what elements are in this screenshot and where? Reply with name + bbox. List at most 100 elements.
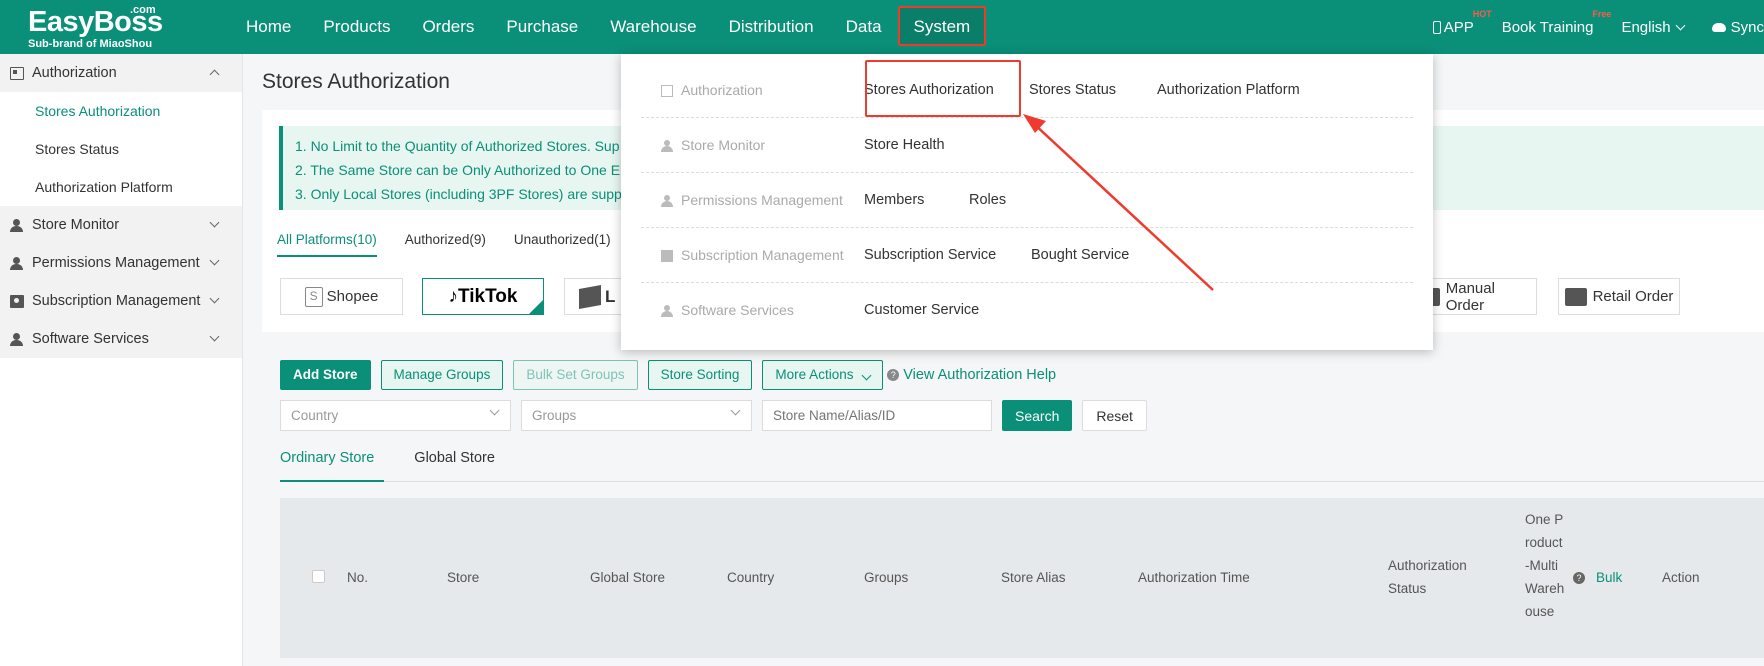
col-store-alias: Store Alias (1001, 570, 1066, 585)
manage-groups-button[interactable]: Manage Groups (380, 360, 504, 390)
platform-manual-label: Manual Order (1445, 279, 1495, 314)
col-no: No. (347, 570, 369, 585)
platform-lazada[interactable]: L (564, 278, 624, 315)
store-search-input[interactable] (762, 400, 992, 431)
sidebar-group-store-monitor[interactable]: Store Monitor (0, 206, 242, 244)
platform-manual-order[interactable]: Manual Order (1420, 278, 1537, 315)
dropdown-category: Permissions Management (661, 173, 843, 228)
nav-distribution[interactable]: Distribution (713, 0, 830, 54)
chevron-down-icon (489, 405, 500, 416)
platform-retail-order[interactable]: Retail Order (1558, 278, 1680, 315)
tab-all-platforms[interactable]: All Platforms(10) (277, 232, 377, 257)
chevron-down-icon (1675, 20, 1686, 30)
platform-tabs: All Platforms(10) Authorized(9) Unauthor… (277, 232, 639, 257)
tiktok-note-icon: ♪ (448, 285, 459, 307)
dropdown-link-stores-status[interactable]: Stores Status (1029, 63, 1116, 118)
subscription-icon (661, 249, 673, 262)
nav-system[interactable]: System (897, 0, 987, 54)
tab-ordinary-store[interactable]: Ordinary Store (280, 450, 385, 482)
platform-tiktok-label: TikTok (458, 285, 518, 307)
help-icon: ? (887, 369, 900, 381)
store-sorting-button[interactable]: Store Sorting (647, 360, 753, 390)
country-select[interactable]: Country (280, 400, 511, 431)
dropdown-link-members[interactable]: Members (864, 173, 924, 228)
platform-tiktok[interactable]: ♪ TikTok (422, 278, 544, 315)
table-header: No. Store Global Store Country Groups St… (280, 498, 1764, 658)
sync-label: Sync (1730, 18, 1764, 36)
person-icon (661, 304, 673, 317)
logo[interactable]: EasyBoss .com Sub-brand of MiaoShou (22, 4, 172, 52)
select-all-checkbox[interactable] (312, 570, 325, 583)
dropdown-row-software-services: Software Services Customer Service (641, 283, 1413, 338)
more-actions-button[interactable]: More Actions (762, 360, 884, 390)
person-icon (661, 194, 673, 207)
dropdown-link-bought-service[interactable]: Bought Service (1031, 228, 1129, 283)
col-global-store: Global Store (590, 570, 666, 585)
chevron-down-icon (209, 255, 220, 266)
sidebar-group-label: Software Services (32, 331, 149, 347)
app-link[interactable]: APP HOT (1432, 9, 1492, 36)
nav-home[interactable]: Home (230, 0, 307, 54)
sidebar-group-permissions[interactable]: Permissions Management (0, 244, 242, 282)
help-icon[interactable]: ? (1573, 572, 1585, 584)
dropdown-category-label: Subscription Management (681, 247, 844, 263)
add-store-button[interactable]: Add Store (280, 360, 371, 390)
sidebar-group-authorization[interactable]: Authorization (0, 54, 242, 92)
language-label: English (1621, 18, 1671, 36)
bulk-set-groups-button[interactable]: Bulk Set Groups (513, 360, 638, 390)
language-select[interactable]: English (1621, 18, 1686, 36)
dropdown-link-roles[interactable]: Roles (969, 173, 1006, 228)
dropdown-category: Subscription Management (661, 228, 844, 283)
sidebar-item-stores-status[interactable]: Stores Status (0, 130, 242, 168)
platform-shopee[interactable]: S Shopee (280, 278, 403, 315)
chevron-down-icon (209, 217, 220, 228)
bulk-link[interactable]: Bulk (1596, 570, 1622, 585)
person-icon (661, 139, 673, 152)
groups-select[interactable]: Groups (521, 400, 752, 431)
sidebar-group-label: Permissions Management (32, 255, 200, 271)
app-label: APP (1443, 18, 1474, 36)
sidebar-item-stores-authorization[interactable]: Stores Authorization (0, 92, 242, 130)
authorization-icon (661, 84, 673, 97)
sync-button[interactable]: Sync (1711, 18, 1764, 36)
sidebar-group-subscription[interactable]: Subscription Management (0, 282, 242, 320)
book-training-link[interactable]: Book Training Free (1502, 9, 1612, 36)
col-auth-status: Authorization Status (1388, 558, 1467, 596)
retail-order-icon (1564, 287, 1587, 306)
nav-products[interactable]: Products (307, 0, 406, 54)
free-badge: Free (1592, 8, 1612, 19)
view-auth-help-link[interactable]: View Authorization Help (903, 367, 1056, 383)
dropdown-link-authorization-platform[interactable]: Authorization Platform (1157, 63, 1300, 118)
dropdown-link-subscription-service[interactable]: Subscription Service (864, 228, 996, 283)
system-dropdown-menu: Authorization Stores Authorization Store… (621, 54, 1433, 350)
col-store: Store (447, 570, 480, 585)
page-title: Stores Authorization (262, 70, 450, 93)
dropdown-category: Store Monitor (661, 118, 765, 173)
logo-subtitle: Sub-brand of MiaoShou (28, 38, 153, 50)
nav-orders[interactable]: Orders (406, 0, 490, 54)
person-icon (10, 218, 24, 232)
col-country: Country (727, 570, 775, 585)
dropdown-link-customer-service[interactable]: Customer Service (864, 283, 979, 338)
reset-button[interactable]: Reset (1082, 400, 1147, 431)
chevron-down-icon (209, 293, 220, 304)
dropdown-row-subscription: Subscription Management Subscription Ser… (641, 228, 1413, 283)
groups-placeholder: Groups (532, 408, 577, 423)
chevron-down-icon (861, 370, 872, 381)
nav-purchase[interactable]: Purchase (490, 0, 594, 54)
top-right-tools: APP HOT Book Training Free English Sync (1405, 0, 1764, 54)
col-one-product-multi-warehouse: One Product-Multi Warehouse (1525, 512, 1565, 619)
country-placeholder: Country (291, 408, 339, 423)
nav-data[interactable]: Data (830, 0, 898, 54)
dropdown-category: Software Services (661, 283, 794, 338)
sidebar-item-authorization-platform[interactable]: Authorization Platform (0, 168, 242, 206)
tab-authorized[interactable]: Authorized(9) (405, 232, 486, 257)
dropdown-row-authorization: Authorization Stores Authorization Store… (641, 63, 1413, 118)
search-button[interactable]: Search (1002, 400, 1073, 431)
nav-warehouse[interactable]: Warehouse (594, 0, 712, 54)
tab-unauthorized[interactable]: Unauthorized(1) (514, 232, 611, 257)
sidebar-group-software-services[interactable]: Software Services (0, 320, 242, 358)
tab-global-store[interactable]: Global Store (414, 450, 505, 482)
dropdown-link-store-health[interactable]: Store Health (864, 118, 945, 173)
cloud-icon (1711, 22, 1726, 32)
